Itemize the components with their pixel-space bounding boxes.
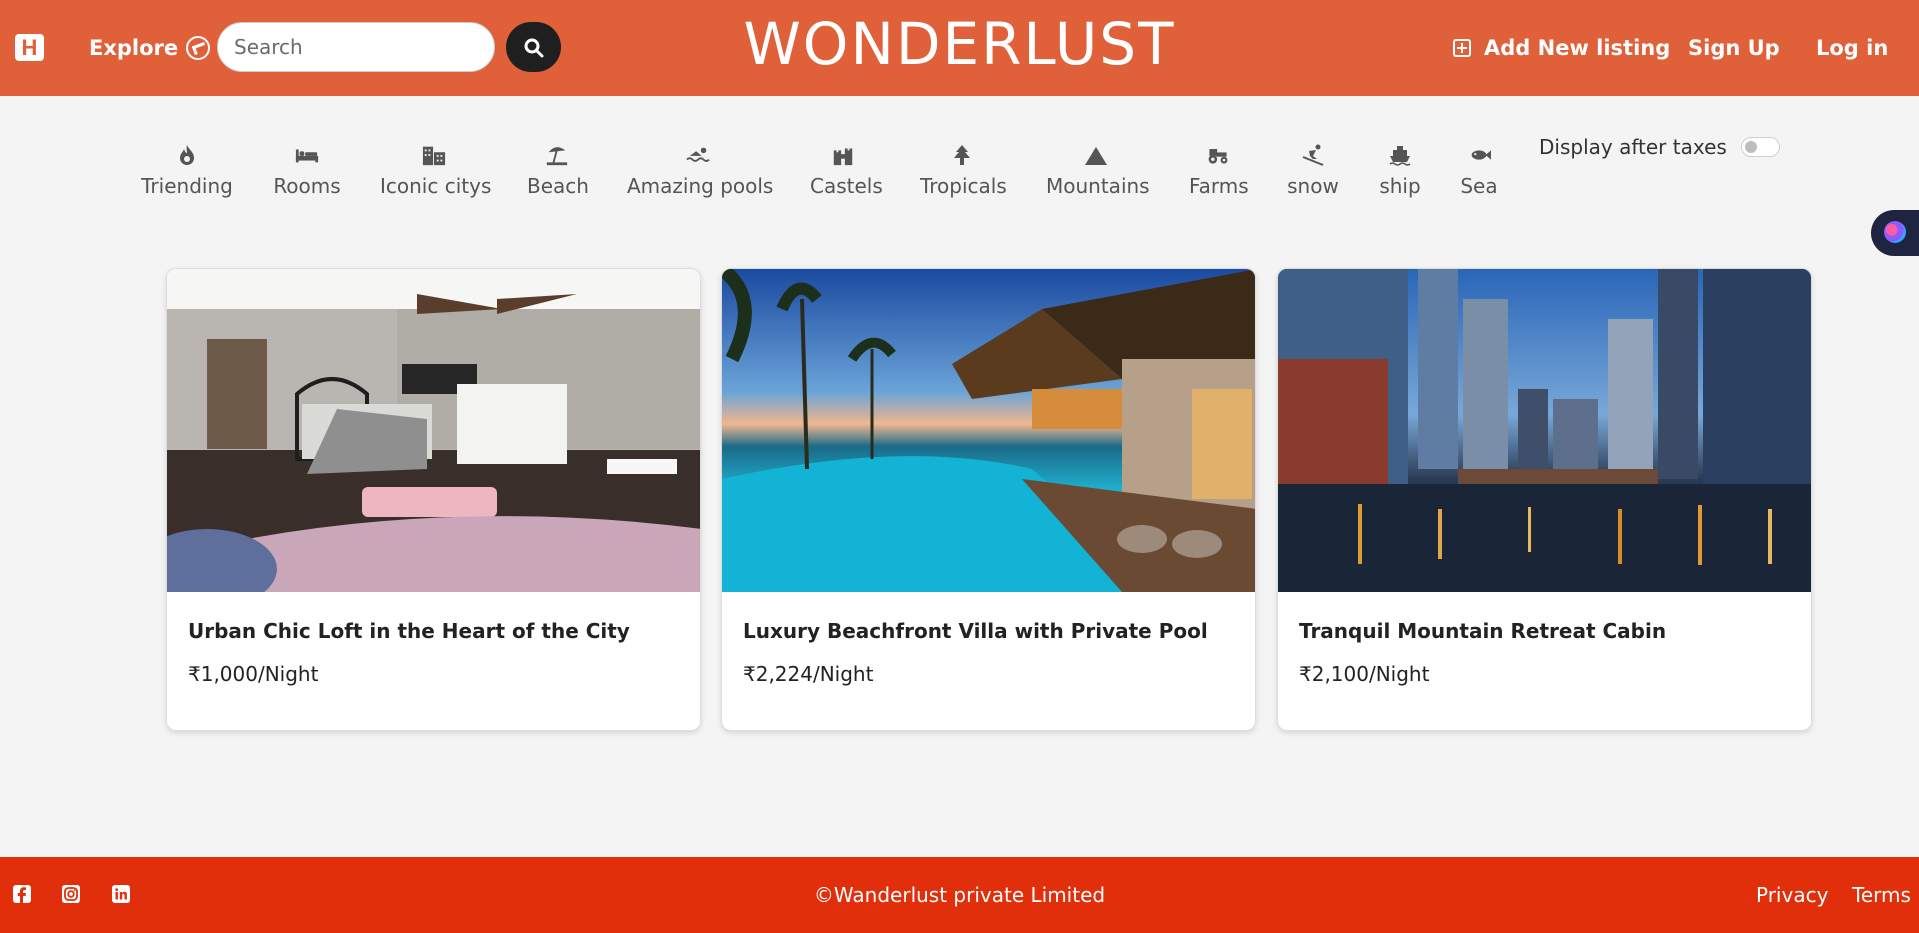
skier-icon — [1302, 144, 1324, 166]
filter-trending[interactable]: Triending — [141, 140, 233, 206]
navbar: H Explore WONDERLUST Add New listing Sig… — [0, 0, 1919, 96]
add-listing-link[interactable]: Add New listing — [1453, 34, 1670, 62]
signup-link[interactable]: Sign Up — [1688, 34, 1780, 62]
filter-beach[interactable]: Beach — [527, 140, 589, 206]
filter-farms[interactable]: Farms — [1189, 140, 1249, 206]
fire-icon — [180, 145, 194, 165]
listing-price: ₹1,000/Night — [188, 662, 319, 686]
add-listing-label: Add New listing — [1484, 36, 1671, 60]
filter-mountains[interactable]: Mountains — [1046, 140, 1150, 206]
castle-icon — [833, 148, 853, 166]
umbrella-beach-icon — [546, 147, 568, 166]
filter-amazing-pools[interactable]: Amazing pools — [627, 140, 773, 206]
tax-switch[interactable] — [1740, 137, 1780, 157]
tax-toggle-label: Display after taxes — [1539, 135, 1727, 159]
filter-sea[interactable]: Sea — [1460, 140, 1498, 206]
filter-castles[interactable]: Castels — [810, 140, 883, 206]
listing-image — [167, 269, 700, 609]
listing-price: ₹2,224/Night — [743, 662, 874, 686]
ship-icon — [1389, 146, 1411, 166]
swimmer-icon — [686, 147, 710, 162]
terms-link[interactable]: Terms — [1852, 883, 1911, 907]
filter-tropicals[interactable]: Tropicals — [920, 140, 1007, 206]
tax-toggle: Display after taxes — [1539, 134, 1780, 160]
filter-iconic-cities[interactable]: Iconic citys — [380, 140, 491, 206]
filter-snow[interactable]: snow — [1287, 140, 1339, 206]
brand-title: WONDERLUST — [743, 10, 1176, 78]
bed-icon — [295, 149, 319, 163]
listing-title[interactable]: Luxury Beachfront Villa with Private Poo… — [743, 619, 1208, 643]
login-link[interactable]: Log in — [1816, 34, 1888, 62]
filter-ship[interactable]: ship — [1378, 140, 1422, 206]
privacy-link[interactable]: Privacy — [1756, 883, 1828, 907]
listing-title[interactable]: Tranquil Mountain Retreat Cabin — [1299, 619, 1666, 643]
listing-card[interactable]: Urban Chic Loft in the Heart of the City… — [166, 268, 701, 731]
mountain-icon — [1085, 147, 1107, 165]
filter-rooms[interactable]: Rooms — [273, 140, 341, 206]
tree-icon — [954, 145, 970, 165]
fish-icon — [1471, 150, 1491, 160]
listing-card[interactable]: Tranquil Mountain Retreat Cabin ₹2,100/N… — [1277, 268, 1812, 731]
city-icon — [422, 146, 446, 166]
plus-square-icon — [1453, 39, 1471, 57]
copyright-text: ©Wanderlust private Limited — [813, 883, 1106, 907]
brain-extension-icon[interactable] — [1871, 210, 1919, 256]
tractor-icon — [1208, 149, 1228, 164]
listing-image — [1278, 269, 1811, 592]
listing-title[interactable]: Urban Chic Loft in the Heart of the City — [188, 619, 630, 643]
listing-price: ₹2,100/Night — [1299, 662, 1430, 686]
listing-image — [722, 269, 1255, 592]
footer: ©Wanderlust private Limited Privacy Term… — [0, 857, 1919, 933]
listing-card[interactable]: Luxury Beachfront Villa with Private Poo… — [721, 268, 1256, 731]
